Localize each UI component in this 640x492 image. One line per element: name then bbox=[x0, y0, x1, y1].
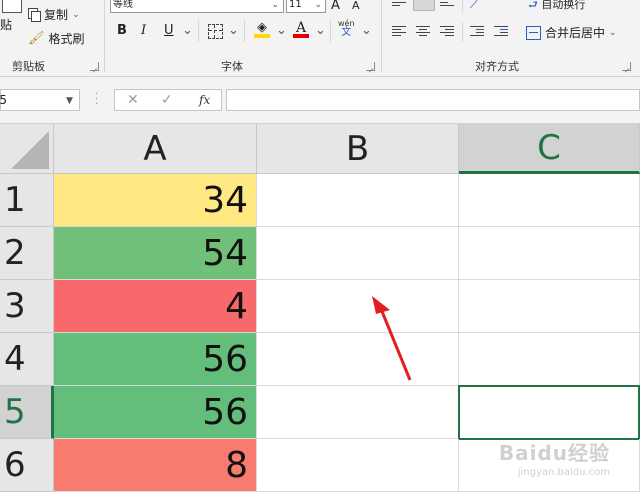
arrow-head bbox=[372, 296, 390, 314]
spreadsheet-grid: A B C 1 34 2 54 3 4 4 56 5 56 6 8 Baidu经… bbox=[0, 124, 640, 492]
copy-label: 复制 bbox=[44, 8, 69, 22]
divider bbox=[462, 0, 463, 12]
font-size-value: 11 bbox=[289, 0, 302, 10]
italic-button[interactable]: I bbox=[141, 22, 146, 40]
chevron-down-icon[interactable]: ⌄ bbox=[609, 28, 617, 38]
format-painter-button[interactable]: 🖌 格式刷 bbox=[28, 30, 85, 47]
formula-buttons: ✕ ✓ fx bbox=[114, 89, 222, 111]
cancel-icon[interactable]: ✕ bbox=[127, 90, 139, 110]
drag-handle-icon[interactable]: · · · bbox=[95, 90, 98, 110]
merge-center-button[interactable]: 合并后居中 ⌄ bbox=[526, 24, 617, 41]
arrow-shaft bbox=[377, 303, 412, 381]
align-top-icon[interactable] bbox=[392, 0, 406, 8]
chevron-down-icon[interactable]: ⌄ bbox=[276, 22, 287, 40]
paste-button[interactable]: 粘贴 bbox=[0, 16, 12, 33]
font-size-select[interactable]: 11 ⌄ bbox=[286, 0, 326, 13]
format-painter-label: 格式刷 bbox=[48, 32, 85, 46]
phonetic-char: 文 bbox=[341, 27, 352, 38]
bold-button[interactable]: B bbox=[117, 22, 127, 40]
insert-function-button[interactable]: fx bbox=[199, 90, 210, 110]
divider bbox=[462, 22, 463, 42]
chevron-down-icon: ⌄ bbox=[314, 0, 322, 10]
formula-input[interactable] bbox=[226, 89, 640, 111]
phonetic-guide-button[interactable]: wén 文 bbox=[338, 20, 355, 38]
fill-color-button[interactable]: ◈ bbox=[254, 20, 270, 38]
alignment-launcher-icon[interactable] bbox=[622, 62, 631, 71]
font-launcher-icon[interactable] bbox=[366, 62, 375, 71]
group-divider bbox=[381, 0, 382, 72]
divider bbox=[330, 20, 331, 42]
underline-button[interactable]: U bbox=[164, 22, 174, 40]
font-name-select[interactable]: 等线 ⌄ bbox=[110, 0, 284, 13]
chevron-down-icon: ⌄ bbox=[271, 0, 279, 10]
enter-icon[interactable]: ✓ bbox=[161, 90, 173, 110]
watermark-logo: Baidu经验 bbox=[498, 441, 610, 465]
increase-indent-icon[interactable] bbox=[494, 24, 508, 38]
name-box-value: C5 bbox=[0, 93, 8, 107]
borders-icon bbox=[208, 24, 223, 39]
clipboard-launcher-icon[interactable] bbox=[90, 62, 99, 71]
chevron-down-icon[interactable]: ⌄ bbox=[72, 10, 80, 20]
merge-center-label: 合并后居中 bbox=[545, 26, 606, 40]
chevron-down-icon[interactable]: ⌄ bbox=[182, 22, 193, 40]
align-center-icon[interactable] bbox=[416, 24, 430, 38]
annotation-arrow bbox=[372, 296, 412, 381]
font-name-value: 等线 bbox=[113, 0, 133, 10]
divider bbox=[198, 20, 199, 42]
decrease-indent-icon[interactable] bbox=[470, 24, 484, 38]
copy-icon bbox=[28, 8, 41, 22]
copy-button[interactable]: 复制 ⌄ bbox=[28, 6, 80, 23]
align-left-icon[interactable] bbox=[392, 24, 406, 38]
wrap-text-button[interactable]: ⮐ 自动换行 bbox=[528, 0, 585, 10]
borders-button[interactable] bbox=[208, 24, 223, 42]
chevron-down-icon[interactable]: ⌄ bbox=[361, 22, 372, 40]
paste-icon[interactable] bbox=[2, 0, 22, 13]
orientation-icon[interactable]: ⟋ bbox=[470, 0, 478, 10]
chevron-down-icon[interactable]: ▼ bbox=[66, 96, 73, 106]
chevron-down-icon[interactable]: ⌄ bbox=[315, 22, 326, 40]
wrap-text-label: 自动换行 bbox=[541, 0, 586, 11]
font-group-label: 字体 bbox=[221, 60, 243, 73]
align-middle-button[interactable] bbox=[413, 0, 435, 11]
format-painter-icon: 🖌 bbox=[28, 31, 45, 46]
chevron-down-icon[interactable]: ⌄ bbox=[228, 22, 239, 40]
align-bottom-icon[interactable] bbox=[440, 0, 454, 8]
alignment-group-label: 对齐方式 bbox=[475, 60, 519, 73]
decrease-font-button[interactable]: A bbox=[352, 0, 360, 12]
divider bbox=[244, 20, 245, 42]
align-right-icon[interactable] bbox=[440, 24, 454, 38]
group-divider bbox=[104, 0, 105, 72]
formula-bar: C5 ▼ ··· ✕ ✓ fx bbox=[0, 77, 640, 124]
clipboard-group-label: 剪贴板 bbox=[12, 60, 45, 73]
merge-center-icon bbox=[526, 25, 541, 40]
increase-font-button[interactable]: A bbox=[331, 0, 340, 12]
font-color-button[interactable]: A bbox=[293, 20, 309, 38]
watermark-url: jingyan.baidu.com bbox=[517, 467, 610, 478]
paste-label: 粘贴 bbox=[0, 18, 13, 32]
wrap-text-icon: ⮐ bbox=[528, 0, 538, 11]
ribbon: 粘贴 复制 ⌄ 🖌 格式刷 剪贴板 等线 ⌄ 11 ⌄ A A B I U ⌄ bbox=[0, 0, 640, 77]
